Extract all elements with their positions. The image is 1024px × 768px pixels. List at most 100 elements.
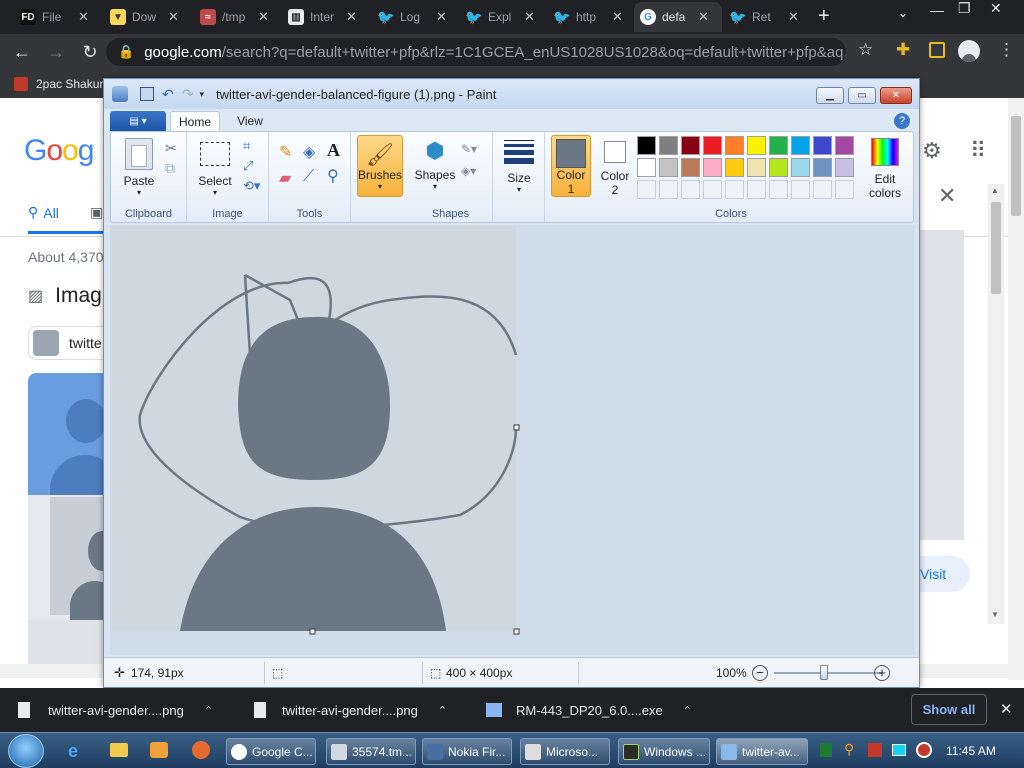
- close-icon[interactable]: ✕: [168, 9, 179, 25]
- quick-access-dropdown-icon[interactable]: ▾: [199, 89, 204, 100]
- browser-tab[interactable]: ▼ Dow ✕: [104, 2, 188, 32]
- taskbar-item[interactable]: Nokia Fir...: [422, 738, 512, 765]
- taskbar-item[interactable]: Windows ...: [618, 738, 710, 765]
- text-icon[interactable]: A: [327, 140, 340, 161]
- apps-grid-icon[interactable]: ⠿: [970, 138, 986, 164]
- custom-color-slot[interactable]: [681, 180, 700, 199]
- app-icon[interactable]: [192, 741, 210, 759]
- zoom-in-button[interactable]: +: [874, 664, 890, 681]
- result-image-thumbnail-3[interactable]: [28, 620, 108, 670]
- palette-swatch[interactable]: [835, 136, 854, 155]
- browser-tab[interactable]: ≈ /tmp ✕: [194, 2, 278, 32]
- paint-menu-button[interactable]: ▤ ▾: [110, 111, 166, 131]
- start-button[interactable]: [8, 734, 44, 768]
- result-image-thumbnail[interactable]: [28, 373, 108, 495]
- result-image-thumbnail-2[interactable]: [28, 495, 120, 621]
- restore-icon[interactable]: ❐: [958, 0, 971, 17]
- color1-button[interactable]: Color 1: [551, 135, 591, 197]
- palette-swatch[interactable]: [791, 136, 810, 155]
- select-button[interactable]: Select ▾: [195, 138, 235, 197]
- color2-button[interactable]: Color 2: [595, 138, 635, 197]
- clock[interactable]: 11:45 AM: [946, 744, 996, 758]
- custom-color-slot[interactable]: [703, 180, 722, 199]
- custom-color-slot[interactable]: [725, 180, 744, 199]
- palette-swatch[interactable]: [813, 158, 832, 177]
- close-icon[interactable]: ✕: [788, 9, 799, 25]
- palette-swatch[interactable]: [813, 136, 832, 155]
- edit-colors-button[interactable]: Edit colors: [863, 138, 907, 200]
- chevron-up-icon[interactable]: ⌃: [438, 704, 447, 717]
- tab-search-icon[interactable]: ⌄: [898, 6, 908, 20]
- taskbar-item-active[interactable]: twitter-av...: [716, 738, 808, 765]
- media-player-icon[interactable]: [150, 742, 168, 758]
- taskbar-item[interactable]: Google C...: [226, 738, 316, 765]
- new-tab-button[interactable]: +: [818, 4, 838, 28]
- flag-tray-icon[interactable]: [868, 743, 882, 757]
- palette-swatch[interactable]: [725, 158, 744, 177]
- zoom-slider-thumb[interactable]: [820, 665, 828, 680]
- custom-color-slot[interactable]: [747, 180, 766, 199]
- close-icon[interactable]: ✕: [436, 9, 447, 25]
- address-bar[interactable]: 🔒 google.com/search?q=default+twitter+pf…: [106, 38, 846, 66]
- undo-icon[interactable]: ↶: [162, 86, 174, 103]
- palette-swatch[interactable]: [769, 136, 788, 155]
- tab-all[interactable]: ⚲ All: [28, 204, 59, 221]
- taskbar-item[interactable]: Microso...: [520, 738, 610, 765]
- download-item[interactable]: twitter-avi-gender....png ⌃: [18, 688, 228, 732]
- browser-tab[interactable]: 🐦 Log ✕: [372, 2, 456, 32]
- close-icon[interactable]: ✕: [258, 9, 269, 25]
- minimize-button[interactable]: ▁: [816, 87, 844, 104]
- close-icon[interactable]: ✕: [612, 9, 623, 25]
- palette-swatch[interactable]: [637, 136, 656, 155]
- custom-color-slot[interactable]: [813, 180, 832, 199]
- drawing-canvas[interactable]: [110, 225, 914, 655]
- page-scrollbar-thumb[interactable]: [1011, 116, 1021, 216]
- close-icon[interactable]: ✕: [346, 9, 357, 25]
- chevron-up-icon[interactable]: ⌃: [683, 704, 692, 717]
- copy-icon[interactable]: ⧉: [165, 160, 175, 177]
- show-all-button[interactable]: Show all: [911, 694, 987, 725]
- close-icon[interactable]: ✕: [698, 9, 709, 25]
- visit-button[interactable]: Visit: [920, 556, 970, 592]
- tab-home[interactable]: Home: [170, 111, 220, 132]
- reload-icon[interactable]: ↻: [78, 40, 102, 64]
- browser-tab[interactable]: 🐦 http ✕: [548, 2, 632, 32]
- paint-app-icon[interactable]: [112, 86, 128, 102]
- menu-icon[interactable]: ⋮: [998, 40, 1015, 60]
- custom-color-slot[interactable]: [637, 180, 656, 199]
- eraser-icon[interactable]: ▰: [279, 168, 291, 188]
- rotate-icon[interactable]: ⟲▾: [243, 178, 260, 194]
- crop-icon[interactable]: ⌗: [243, 138, 250, 154]
- palette-swatch[interactable]: [703, 136, 722, 155]
- pencil-icon[interactable]: ✎: [279, 142, 292, 162]
- download-item[interactable]: RM-443_DP20_6.0....exe ⌃: [486, 688, 696, 732]
- palette-swatch[interactable]: [659, 136, 678, 155]
- browser-tab-active[interactable]: G defa ✕: [634, 2, 722, 32]
- close-button[interactable]: ✕: [880, 87, 912, 104]
- palette-swatch[interactable]: [637, 158, 656, 177]
- network-tray-icon[interactable]: [892, 744, 906, 756]
- help-icon[interactable]: ?: [894, 113, 910, 129]
- taskbar-item[interactable]: 35574.tm...: [326, 738, 416, 765]
- settings-gear-icon[interactable]: ⚙: [922, 138, 942, 164]
- palette-swatch[interactable]: [725, 136, 744, 155]
- fill-icon[interactable]: ◈: [303, 142, 315, 162]
- scroll-down-icon[interactable]: ▼: [991, 610, 999, 619]
- size-button[interactable]: Size ▾: [501, 138, 537, 194]
- download-item[interactable]: twitter-avi-gender....png ⌃: [254, 688, 464, 732]
- antivirus-tray-icon[interactable]: [916, 742, 932, 758]
- palette-swatch[interactable]: [681, 158, 700, 177]
- palette-swatch[interactable]: [681, 136, 700, 155]
- palette-swatch[interactable]: [747, 158, 766, 177]
- close-downloads-icon[interactable]: ✕: [1000, 700, 1013, 718]
- extensions-icon[interactable]: ✚: [896, 40, 910, 60]
- custom-color-slot[interactable]: [769, 180, 788, 199]
- preview-scrollbar[interactable]: ▲ ▼: [988, 184, 1004, 624]
- shapes-button[interactable]: ⬢ Shapes ▾: [413, 138, 457, 191]
- close-preview-icon[interactable]: ✕: [920, 183, 990, 223]
- custom-color-slot[interactable]: [791, 180, 810, 199]
- ie-icon[interactable]: e: [68, 741, 78, 762]
- palette-swatch[interactable]: [747, 136, 766, 155]
- brushes-button[interactable]: 🖌 Brushes ▾: [357, 135, 403, 197]
- minimize-icon[interactable]: —: [930, 2, 944, 18]
